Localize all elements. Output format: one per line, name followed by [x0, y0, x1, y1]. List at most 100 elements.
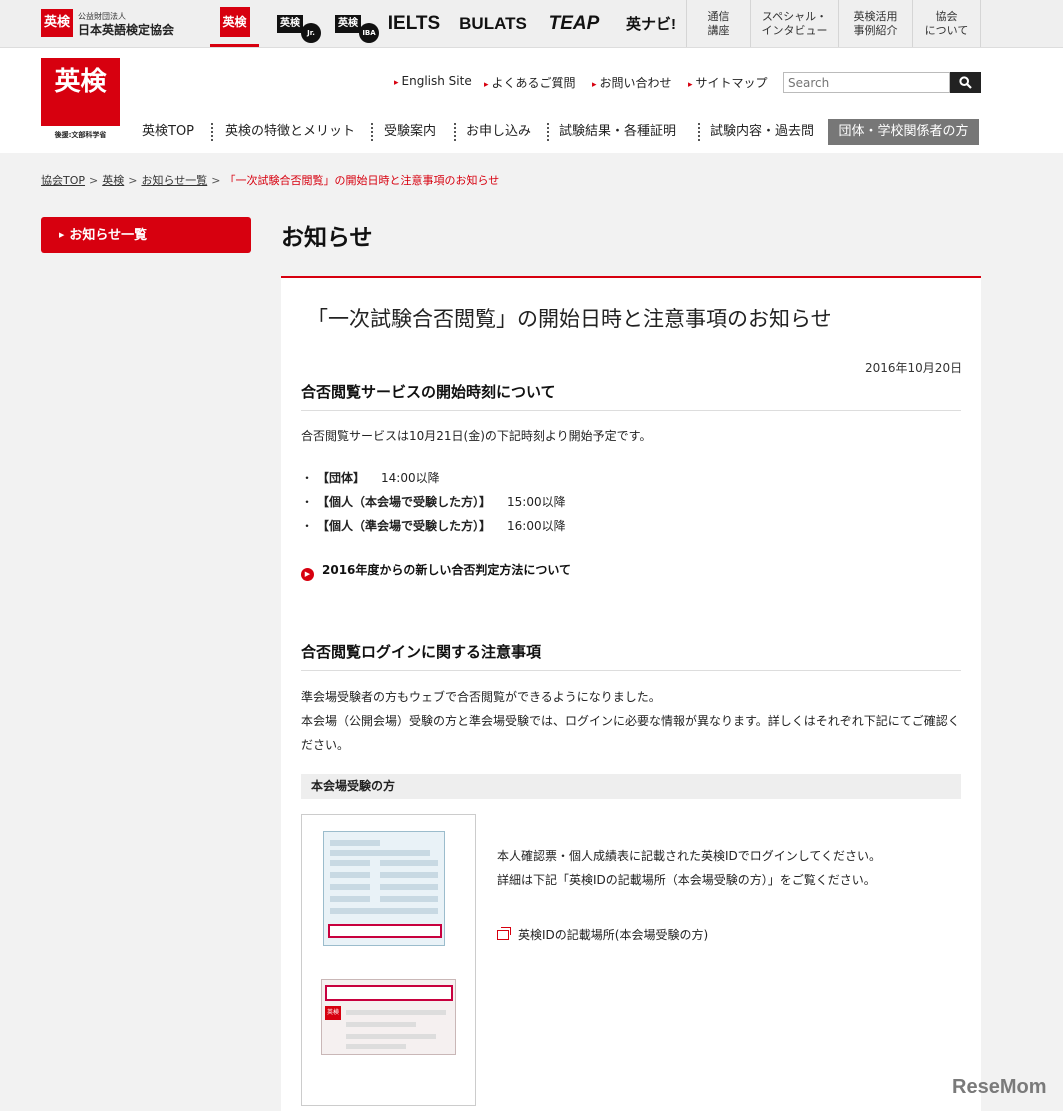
arrow-right-icon: ▶	[59, 231, 65, 239]
login-notes-line-1: 準会場受験者の方もウェブで合否閲覧ができるようになりました。	[301, 690, 661, 704]
eiken-iba-logo: 英検 IBA	[335, 14, 379, 43]
brand-eiken-jr-link[interactable]: 英検 Jr.	[266, 0, 321, 47]
list-item: ・【個人（本会場で受験した方）】 15:00以降	[301, 493, 566, 510]
doc-row	[380, 884, 438, 890]
section-heading-login-notes: 合否閲覧ログインに関する注意事項	[301, 641, 961, 671]
doc-row	[346, 1022, 416, 1027]
eiken-tag: 英検	[325, 1006, 341, 1020]
search-button[interactable]	[950, 72, 981, 93]
bullet: ・	[301, 471, 314, 485]
list-item-label: 【個人（準会場で受験した方）】	[323, 519, 492, 533]
list-item-time: 14:00以降	[381, 471, 440, 485]
breadcrumb-association-top[interactable]: 協会TOP	[41, 174, 85, 187]
brand-teap-link[interactable]: TEAP	[545, 0, 603, 47]
login-notes-text: 準会場受験者の方もウェブで合否閲覧ができるようになりました。本会場（公開会場）受…	[301, 685, 963, 757]
breadcrumb-news-list[interactable]: お知らせ一覧	[141, 174, 207, 187]
breadcrumb-separator: >	[89, 174, 99, 187]
eiken-id-location-label: 英検IDの記載場所(本会場受験の方)	[518, 928, 709, 942]
gnav-apply[interactable]: お申し込み	[466, 119, 531, 145]
article-title: 「一次試験合否閲覧」の開始日時と注意事項のお知らせ	[307, 307, 832, 331]
eiken-jr-text: 英検	[280, 17, 300, 29]
doc-row	[380, 860, 438, 866]
circle-arrow-icon: ▶	[301, 568, 314, 581]
contact-link[interactable]: お問い合わせ	[592, 74, 672, 91]
gnav-eiken-top[interactable]: 英検TOP	[142, 119, 194, 145]
doc-row	[330, 850, 430, 856]
gnav-features[interactable]: 英検の特徴とメリット	[225, 119, 355, 145]
new-judging-method-link[interactable]: ▶ 2016年度からの新しい合否判定方法について	[301, 561, 571, 581]
eiken-logo: 英検	[219, 7, 250, 37]
english-site-link[interactable]: English Site	[394, 74, 472, 88]
gnav-divider	[698, 123, 700, 141]
section-heading-start-time: 合否閲覧サービスの開始時刻について	[301, 381, 961, 411]
main-venue-subhead: 本会場受験の方	[301, 774, 961, 799]
topnav-label: について	[924, 23, 969, 37]
breadcrumb: 協会TOP > 英検 > お知らせ一覧 > 「一次試験合否閲覧」の開始日時と注意事項のお知ら…	[41, 172, 499, 188]
topnav-case-studies[interactable]: 英検活用 事例紹介	[838, 0, 912, 47]
topnav-label: スペシャル・	[761, 9, 828, 23]
doc-row	[330, 908, 438, 914]
doc-row	[346, 1034, 436, 1039]
topnav-label: インタビュー	[761, 23, 828, 37]
breadcrumb-current: 「一次試験合否閲覧」の開始日時と注意事項のお知らせ	[224, 174, 500, 187]
topnav-about-association[interactable]: 協会 について	[912, 0, 981, 47]
gnav-past-papers[interactable]: 試験内容・過去問	[710, 119, 814, 145]
doc-row	[330, 884, 370, 890]
topnav-label: 事例紹介	[853, 23, 898, 37]
topnav-label: 協会	[935, 9, 958, 23]
resemom-watermark: ReseMom	[952, 1076, 1047, 1098]
gnav-divider	[371, 123, 373, 141]
sitemap-link[interactable]: サイトマップ	[688, 74, 768, 91]
org-logo[interactable]: 英検	[41, 9, 73, 37]
brand-eiken-navi-link[interactable]: 英ナビ!	[620, 0, 682, 47]
list-item: ・【個人（準会場で受験した方）】 16:00以降	[301, 517, 566, 534]
news-list-button[interactable]: ▶ お知らせ一覧	[41, 217, 251, 253]
gnav-divider	[547, 123, 549, 141]
eiken-id-location-link[interactable]: 英検IDの記載場所(本会場受験の方)	[497, 926, 708, 943]
eiken-main-logo[interactable]: 英検	[41, 58, 120, 126]
search-input[interactable]	[783, 72, 950, 93]
brand-eiken-link[interactable]: 英検	[210, 0, 259, 47]
gnav-results[interactable]: 試験結果・各種証明	[559, 119, 676, 145]
doc-row	[330, 872, 370, 878]
external-window-icon	[497, 927, 511, 940]
brand-ielts-link[interactable]: IELTS	[385, 0, 443, 47]
main-venue-desc-line-2: 詳細は下記「英検IDの記載場所（本会場受験の方）」をご覧ください。	[497, 873, 876, 887]
doc-row	[346, 1044, 406, 1049]
brand-bulats-link[interactable]: BULATS	[459, 0, 527, 47]
list-item: ・【団体】 14:00以降	[301, 469, 440, 486]
article-date: 2016年10月20日	[865, 361, 963, 375]
topnav-special-interview[interactable]: スペシャル・ インタビュー	[750, 0, 838, 47]
doc-row	[330, 896, 370, 902]
start-time-text: 合否閲覧サービスは10月21日(金)の下記時刻より開始予定です。	[301, 429, 652, 443]
gnav-divider	[454, 123, 456, 141]
list-item-label: 【団体】	[323, 471, 366, 485]
doc-row	[346, 1010, 446, 1015]
news-list-label: お知らせ一覧	[69, 228, 148, 243]
login-notes-line-2: 本会場（公開会場）受験の方と準会場受験では、ログインに必要な情報が異なります。詳…	[301, 714, 960, 752]
bullet: ・	[301, 519, 314, 533]
identity-form-image	[323, 831, 445, 946]
brand-eiken-iba-link[interactable]: 英検 IBA	[326, 0, 379, 47]
breadcrumb-separator: >	[128, 174, 138, 187]
doc-row	[330, 860, 370, 866]
gnav-exam-guide[interactable]: 受験案内	[384, 119, 436, 145]
breadcrumb-eiken[interactable]: 英検	[102, 174, 124, 187]
list-item-label: 【個人（本会場で受験した方）】	[323, 495, 492, 509]
topnav-correspondence-course[interactable]: 通信 講座	[686, 0, 750, 47]
top-bar: 英検 公益財団法人 日本英語検定協会 英検 英検 Jr. 英検 IBA IELT…	[0, 0, 1063, 48]
page-title: お知らせ	[281, 225, 373, 251]
org-name[interactable]: 日本英語検定協会	[78, 21, 174, 38]
jr-badge: Jr.	[301, 22, 321, 43]
new-judging-method-label: 2016年度からの新しい合否判定方法について	[322, 563, 572, 577]
doc-row	[380, 872, 438, 878]
iba-badge: IBA	[359, 22, 379, 43]
topnav-label: 英検活用	[853, 9, 898, 23]
faq-link[interactable]: よくあるご質問	[484, 74, 576, 91]
list-item-time: 15:00以降	[507, 495, 566, 509]
doc-row	[380, 896, 438, 902]
search-icon	[959, 76, 972, 89]
gnav-groups-schools[interactable]: 団体・学校関係者の方	[828, 119, 979, 145]
list-item-time: 16:00以降	[507, 519, 566, 533]
gnav-divider	[211, 123, 213, 141]
